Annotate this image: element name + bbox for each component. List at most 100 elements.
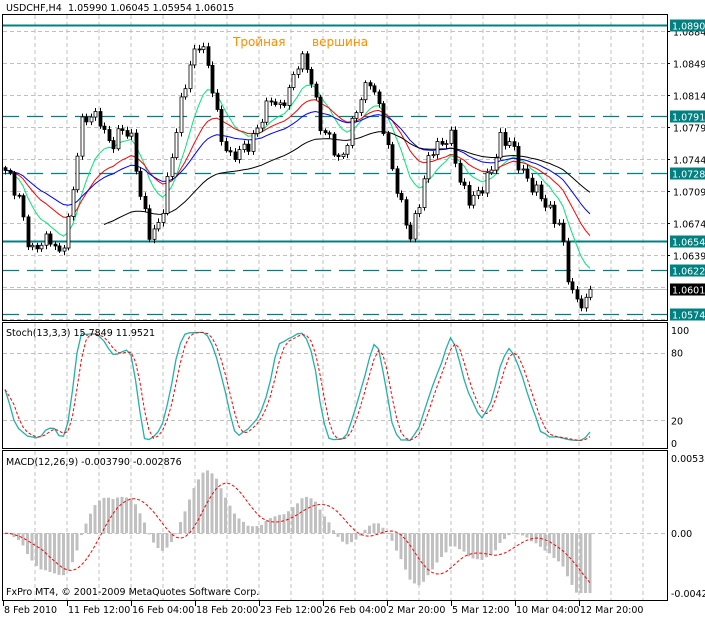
chart-svg[interactable]: 1.088401.084901.081401.077901.074401.070… xyxy=(0,0,705,617)
macd-histogram-bar xyxy=(355,533,358,539)
macd-histogram-bar xyxy=(395,533,398,550)
candle-bear xyxy=(112,141,115,149)
macd-histogram-bar xyxy=(44,533,47,570)
macd-histogram-bar xyxy=(512,533,515,534)
candle-bear xyxy=(333,134,336,155)
macd-histogram-bar xyxy=(265,521,268,533)
macd-histogram-bar xyxy=(440,533,443,557)
stoch-signal-line xyxy=(5,333,590,441)
candle-bull xyxy=(585,297,588,308)
macd-tick-label: 0.00532 xyxy=(671,454,705,465)
level-price-label: 1.05746 xyxy=(672,311,705,322)
macd-histogram-bar xyxy=(319,510,322,534)
candle-bear xyxy=(391,145,394,169)
macd-histogram-bar xyxy=(256,526,259,533)
candle-bull xyxy=(63,248,66,251)
candle-bear xyxy=(99,112,102,127)
candle-bear xyxy=(409,225,412,239)
macd-histogram-bar xyxy=(211,473,214,533)
candle-bear xyxy=(58,246,61,251)
candle-bear xyxy=(229,151,232,152)
price-tick-label: 1.06390 xyxy=(673,252,705,263)
candle-bear xyxy=(454,130,457,163)
macd-histogram-bar xyxy=(368,526,371,534)
candle-bear xyxy=(22,196,25,217)
candle-bear xyxy=(144,196,147,208)
macd-histogram-bar xyxy=(283,514,286,533)
candle-bull xyxy=(238,150,241,160)
candle-bear xyxy=(580,299,583,308)
macd-histogram-bar xyxy=(161,533,164,551)
candle-bear xyxy=(220,109,223,141)
macd-histogram-bar xyxy=(274,516,277,533)
candle-bear xyxy=(405,200,408,225)
time-tick-label: 11 Feb 12:00 xyxy=(68,605,130,616)
candle-bull xyxy=(342,154,345,156)
level-price-label: 1.06541 xyxy=(672,238,705,249)
price-tick-label: 1.07090 xyxy=(673,188,705,199)
macd-histogram-bar xyxy=(476,533,479,559)
candle-bull xyxy=(355,113,358,119)
candle-bull xyxy=(90,117,93,122)
candle-bear xyxy=(324,131,327,133)
candle-bear xyxy=(234,152,237,160)
macd-histogram-bar xyxy=(350,533,353,542)
macd-histogram-bar xyxy=(40,533,43,569)
candle-bear xyxy=(274,102,277,105)
macd-histogram-bar xyxy=(80,533,83,535)
macd-histogram-bar xyxy=(494,533,497,550)
macd-histogram-bar xyxy=(143,523,146,534)
macd-histogram-bar xyxy=(202,473,205,534)
time-tick-label: 2 Mar 20:00 xyxy=(388,605,445,616)
candle-bear xyxy=(139,171,142,196)
macd-histogram-bar xyxy=(197,479,200,533)
macd-histogram-bar xyxy=(35,533,38,566)
stochastic-panel xyxy=(5,332,590,440)
macd-histogram-bar xyxy=(548,533,551,553)
candle-bear xyxy=(531,178,534,192)
candle-bull xyxy=(157,222,160,228)
candle-bull xyxy=(486,173,489,193)
macd-histogram-bar xyxy=(413,533,416,583)
stoch-tick-label: 100 xyxy=(671,326,689,337)
stoch-tick-label: 20 xyxy=(671,416,683,427)
candle-bear xyxy=(49,234,52,244)
macd-histogram-bar xyxy=(260,525,263,533)
macd-histogram-bar xyxy=(98,501,101,534)
candles xyxy=(4,43,592,312)
candle-bear xyxy=(225,142,228,151)
candle-bear xyxy=(36,245,39,249)
macd-histogram-bar xyxy=(152,533,155,542)
macd-histogram-bar xyxy=(301,498,304,533)
macd-histogram-bar xyxy=(238,519,241,534)
current-price-label: 1.06015 xyxy=(672,286,705,297)
macd-histogram-bar xyxy=(130,498,133,533)
macd-histogram-bar xyxy=(323,516,326,533)
candle-bull xyxy=(256,128,259,134)
candle-bear xyxy=(571,282,574,290)
macd-histogram-bar xyxy=(107,498,110,534)
macd-histogram-bar xyxy=(481,533,484,560)
candle-bear xyxy=(216,93,219,109)
candle-bear xyxy=(337,155,340,157)
candle-bull xyxy=(45,234,48,245)
candle-bear xyxy=(517,146,520,170)
macd-histogram-bar xyxy=(445,533,448,552)
panel-frames xyxy=(3,15,668,601)
time-tick-label: 23 Feb 12:00 xyxy=(260,605,322,616)
macd-histogram-bar xyxy=(517,533,520,534)
macd-histogram-bar xyxy=(292,507,295,533)
candle-bull xyxy=(31,245,34,246)
macd-histogram-bar xyxy=(179,522,182,533)
macd-histogram-bar xyxy=(215,479,218,534)
macd-histogram-bar xyxy=(166,533,169,547)
candle-bull xyxy=(450,130,453,143)
chart-title: USDCHF,H4 xyxy=(6,3,62,14)
level-price-label: 1.07285 xyxy=(672,170,705,181)
time-tick-label: 5 Mar 12:00 xyxy=(452,605,509,616)
macd-histogram-bar xyxy=(251,526,254,533)
candle-bull xyxy=(436,141,439,154)
candle-bull xyxy=(202,47,205,50)
candle-bear xyxy=(315,84,318,97)
candle-bull xyxy=(432,155,435,156)
